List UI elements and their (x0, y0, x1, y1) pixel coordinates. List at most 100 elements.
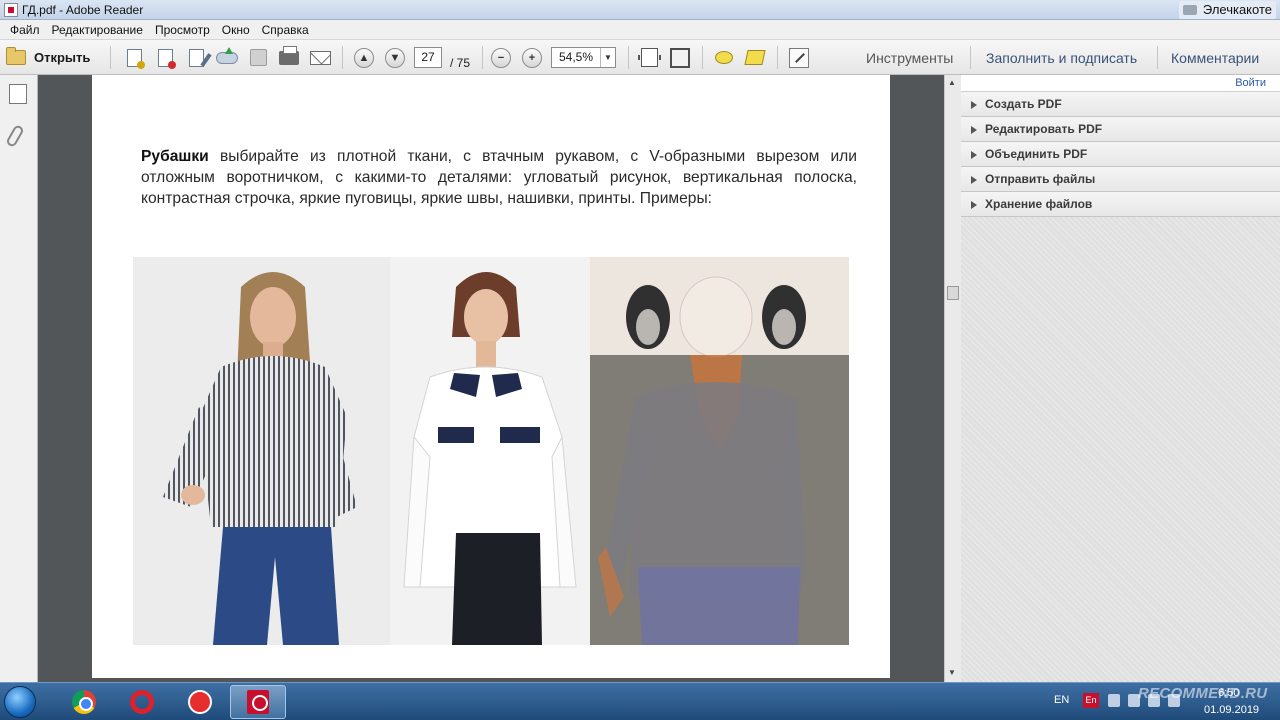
section-label: Объединить PDF (985, 147, 1088, 161)
menu-view[interactable]: Просмотр (149, 20, 216, 40)
comments-panel-button[interactable]: Комментарии (1163, 46, 1267, 69)
export-pdf-icon[interactable] (154, 46, 176, 69)
bluetooth-icon[interactable] (1108, 694, 1120, 707)
tools-pane: Войти Создать PDF Редактировать PDF Объе… (961, 75, 1280, 682)
fill-sign-panel-button[interactable]: Заполнить и подписать (978, 46, 1145, 69)
document-view[interactable]: Рубашки выбирайте из плотной ткани, с вт… (38, 75, 944, 682)
toolbar: Открыть ▲ ▼ 27 / 75 − + 54,5% ▼ Инструме… (0, 40, 1280, 75)
window-title: ГД.pdf - Adobe Reader (22, 3, 144, 17)
chevron-down-icon[interactable]: ▼ (600, 48, 615, 67)
page-number-input[interactable]: 27 (414, 47, 442, 68)
comment-bubble-icon (715, 51, 733, 64)
keyboard-layout-badge[interactable]: En (1083, 693, 1099, 708)
folder-icon (6, 47, 26, 65)
menu-file[interactable]: Файл (4, 20, 46, 40)
start-button[interactable] (4, 686, 36, 718)
open-button[interactable]: Открыть (6, 46, 98, 69)
taskbar-adobe-reader[interactable] (230, 685, 286, 719)
toolbar-divider (342, 46, 343, 69)
section-create-pdf[interactable]: Создать PDF (961, 92, 1280, 117)
toolbar-divider (970, 46, 971, 69)
sticky-note-button[interactable] (713, 46, 735, 69)
background-window-tab[interactable]: Элечкакоте (1178, 1, 1276, 19)
scroll-thumb[interactable] (947, 286, 959, 300)
adobe-reader-icon (247, 690, 269, 714)
pdf-page: Рубашки выбирайте из плотной ткани, с вт… (92, 75, 890, 678)
edit-pdf-icon[interactable] (185, 46, 207, 69)
photo-grey-shirt (590, 257, 849, 645)
next-page-button[interactable]: ▼ (384, 46, 406, 69)
email-icon[interactable] (309, 46, 331, 69)
section-combine-pdf[interactable]: Объединить PDF (961, 142, 1280, 167)
page-total: / 75 (450, 55, 471, 70)
taskbar-chrome[interactable] (56, 685, 112, 719)
menu-edit[interactable]: Редактирование (46, 20, 149, 40)
scroll-down-icon[interactable]: ▼ (948, 668, 956, 677)
fit-page-width-button[interactable] (637, 46, 661, 69)
expand-arrow-icon (971, 151, 977, 159)
menu-help[interactable]: Справка (256, 20, 315, 40)
fit-window-button[interactable] (669, 46, 691, 69)
plus-icon: + (522, 47, 542, 68)
expand-arrow-icon (971, 101, 977, 109)
page-thumbnails-icon[interactable] (9, 80, 29, 104)
expand-icon (789, 47, 809, 68)
minus-icon: − (491, 47, 511, 68)
open-label: Открыть (34, 50, 91, 65)
zoom-in-button[interactable]: + (521, 46, 543, 69)
taskbar: EN En 6:50 01.09.2019 (0, 682, 1280, 720)
highlighter-icon (744, 50, 766, 65)
read-mode-button[interactable] (788, 46, 810, 69)
toolbar-divider (702, 46, 703, 69)
zoom-value: 54,5% (558, 50, 594, 64)
browser-icon (188, 690, 212, 714)
print-icon[interactable] (278, 45, 300, 69)
expand-arrow-icon (971, 126, 977, 134)
chrome-icon (72, 690, 96, 714)
zoom-select[interactable]: 54,5% ▼ (551, 47, 616, 68)
tools-panel-button[interactable]: Инструменты (858, 46, 961, 69)
section-label: Редактировать PDF (985, 122, 1103, 136)
arrow-up-icon: ▲ (354, 47, 374, 68)
fit-width-icon (637, 48, 661, 67)
create-pdf-icon[interactable] (123, 46, 145, 69)
expand-arrow-icon (971, 201, 977, 209)
vertical-scrollbar[interactable]: ▲ ▼ (944, 75, 961, 682)
taskbar-opera[interactable] (114, 685, 170, 719)
cloud-upload-icon[interactable] (216, 46, 238, 69)
zoom-out-button[interactable]: − (490, 46, 512, 69)
fit-window-icon (670, 47, 690, 68)
section-label: Отправить файлы (985, 172, 1096, 186)
section-send-files[interactable]: Отправить файлы (961, 167, 1280, 192)
toolbar-divider (1157, 46, 1158, 69)
attachments-icon[interactable] (5, 123, 25, 149)
menu-window[interactable]: Окно (216, 20, 256, 40)
section-edit-pdf[interactable]: Редактировать PDF (961, 117, 1280, 142)
photo-white-shirt (390, 257, 590, 645)
section-store-files[interactable]: Хранение файлов (961, 192, 1280, 217)
arrow-down-icon: ▼ (385, 47, 405, 68)
highlight-button[interactable] (744, 46, 766, 69)
clock-date[interactable]: 01.09.2019 (1204, 704, 1259, 716)
menu-bar: Файл Редактирование Просмотр Окно Справк… (0, 20, 1280, 40)
paragraph-bold-lead: Рубашки (141, 148, 209, 165)
language-indicator[interactable]: EN (1054, 694, 1069, 706)
page-paragraph: Рубашки выбирайте из плотной ткани, с вт… (141, 146, 857, 209)
prev-page-button[interactable]: ▲ (353, 46, 375, 69)
navigation-pane (0, 75, 38, 682)
toolbar-divider (628, 46, 629, 69)
save-icon[interactable] (247, 46, 269, 69)
adobe-reader-icon (4, 3, 18, 17)
toolbar-divider (110, 46, 111, 69)
watermark: RECOMMEND.RU (1138, 685, 1268, 702)
scroll-up-icon[interactable]: ▲ (948, 78, 956, 87)
toolbar-divider (482, 46, 483, 69)
section-label: Хранение файлов (985, 197, 1093, 211)
sign-in-link[interactable]: Войти (961, 75, 1280, 92)
photo-striped-shirt (133, 257, 390, 645)
section-label: Создать PDF (985, 97, 1062, 111)
taskbar-browser[interactable] (172, 685, 228, 719)
expand-arrow-icon (971, 176, 977, 184)
title-bar: ГД.pdf - Adobe Reader Элечкакоте (0, 0, 1280, 20)
toolbar-divider (777, 46, 778, 69)
